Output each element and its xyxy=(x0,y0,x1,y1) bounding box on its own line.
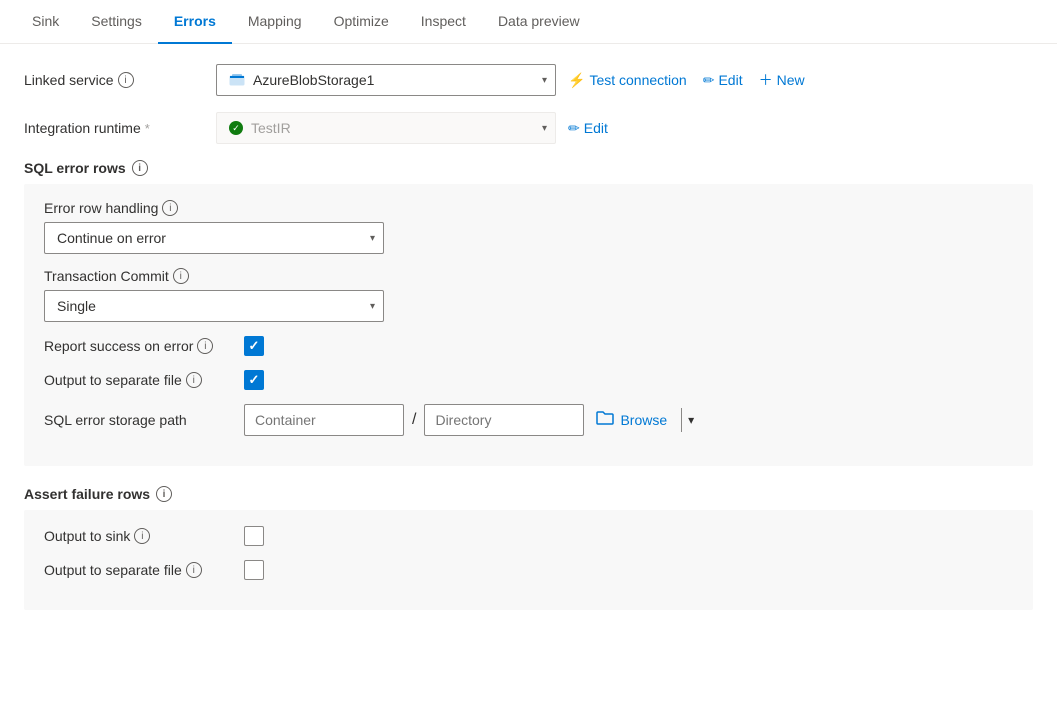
assert-failure-rows-container: Output to sink i Output to separate file… xyxy=(24,510,1033,610)
edit-runtime-button[interactable]: ✏ Edit xyxy=(568,120,608,137)
edit-linked-service-button[interactable]: ✏ Edit xyxy=(703,72,743,89)
linked-service-chevron-icon: ▾ xyxy=(542,75,547,86)
integration-runtime-row: Integration runtime * TestIR ▾ ✏ Edit xyxy=(24,112,1033,144)
output-separate-file-row: Output to separate file i xyxy=(44,370,1013,390)
output-to-sink-label: Output to sink xyxy=(44,528,130,544)
test-connection-button[interactable]: ⚡ Test connection xyxy=(568,72,687,89)
assert-output-separate-label: Output to separate file xyxy=(44,562,182,578)
path-slash: / xyxy=(408,411,420,429)
sql-error-info-icon[interactable]: i xyxy=(132,160,148,176)
transaction-commit-dropdown[interactable]: Single ▾ xyxy=(44,290,384,322)
error-row-handling-dropdown[interactable]: Continue on error ▾ xyxy=(44,222,384,254)
report-success-info-icon[interactable]: i xyxy=(197,338,213,354)
browse-button[interactable]: Browse xyxy=(588,410,675,431)
output-to-sink-info-icon[interactable]: i xyxy=(134,528,150,544)
storage-icon xyxy=(229,72,245,88)
tab-inspect[interactable]: Inspect xyxy=(405,0,482,44)
tab-bar: Sink Settings Errors Mapping Optimize In… xyxy=(0,0,1057,44)
directory-input[interactable] xyxy=(424,404,584,436)
sql-error-rows-container: Error row handling i Continue on error ▾… xyxy=(24,184,1033,466)
tab-data-preview[interactable]: Data preview xyxy=(482,0,596,44)
error-row-handling-chevron: ▾ xyxy=(370,233,375,244)
required-asterisk: * xyxy=(145,121,150,136)
test-connection-icon: ⚡ xyxy=(568,72,585,89)
runtime-status-icon xyxy=(229,121,243,135)
tab-settings[interactable]: Settings xyxy=(75,0,158,44)
tab-optimize[interactable]: Optimize xyxy=(318,0,405,44)
new-linked-service-button[interactable]: ＋ New xyxy=(759,70,805,90)
edit-runtime-icon: ✏ xyxy=(568,120,580,137)
tab-mapping[interactable]: Mapping xyxy=(232,0,318,44)
assert-output-info-icon[interactable]: i xyxy=(186,562,202,578)
output-separate-file-checkbox[interactable] xyxy=(244,370,264,390)
plus-icon: ＋ xyxy=(759,70,773,90)
container-input[interactable] xyxy=(244,404,404,436)
output-to-sink-checkbox[interactable] xyxy=(244,526,264,546)
sql-error-section-header: SQL error rows i xyxy=(24,160,1033,176)
integration-runtime-dropdown[interactable]: TestIR ▾ xyxy=(216,112,556,144)
assert-output-separate-row: Output to separate file i xyxy=(44,560,1013,580)
transaction-commit-block: Transaction Commit i Single ▾ xyxy=(44,268,1013,322)
tab-errors[interactable]: Errors xyxy=(158,0,232,44)
storage-path-label: SQL error storage path xyxy=(44,412,187,428)
transaction-commit-label: Transaction Commit xyxy=(44,268,169,284)
folder-icon xyxy=(596,410,614,431)
transaction-commit-chevron: ▾ xyxy=(370,301,375,312)
linked-service-info-icon[interactable]: i xyxy=(118,72,134,88)
linked-service-label: Linked service i xyxy=(24,72,204,88)
output-to-sink-row: Output to sink i xyxy=(44,526,1013,546)
assert-failure-title: Assert failure rows xyxy=(24,486,150,502)
edit-pencil-icon: ✏ xyxy=(703,72,715,89)
report-success-row: Report success on error i xyxy=(44,336,1013,356)
storage-path-inputs: / Browse ▾ xyxy=(244,404,694,436)
assert-output-separate-checkbox[interactable] xyxy=(244,560,264,580)
error-row-handling-block: Error row handling i Continue on error ▾ xyxy=(44,200,1013,254)
transaction-commit-info-icon[interactable]: i xyxy=(173,268,189,284)
output-separate-file-label: Output to separate file xyxy=(44,372,182,388)
error-row-handling-info-icon[interactable]: i xyxy=(162,200,178,216)
error-row-handling-label: Error row handling xyxy=(44,200,158,216)
output-separate-info-icon[interactable]: i xyxy=(186,372,202,388)
storage-path-row: SQL error storage path / Browse ▾ xyxy=(44,404,1013,436)
tab-sink[interactable]: Sink xyxy=(16,0,75,44)
sql-error-title: SQL error rows xyxy=(24,160,126,176)
linked-service-row: Linked service i AzureBlobStorage1 ▾ ⚡ T… xyxy=(24,64,1033,96)
report-success-checkbox[interactable] xyxy=(244,336,264,356)
runtime-chevron-icon: ▾ xyxy=(542,123,547,134)
integration-runtime-label: Integration runtime * xyxy=(24,120,204,136)
browse-divider xyxy=(681,408,682,432)
report-success-label: Report success on error xyxy=(44,338,193,354)
linked-service-actions: ⚡ Test connection ✏ Edit ＋ New xyxy=(568,70,805,90)
browse-chevron-icon[interactable]: ▾ xyxy=(688,413,694,427)
main-content: Linked service i AzureBlobStorage1 ▾ ⚡ T… xyxy=(0,44,1057,650)
assert-failure-section-header: Assert failure rows i xyxy=(24,486,1033,502)
linked-service-dropdown[interactable]: AzureBlobStorage1 ▾ xyxy=(216,64,556,96)
assert-failure-info-icon[interactable]: i xyxy=(156,486,172,502)
